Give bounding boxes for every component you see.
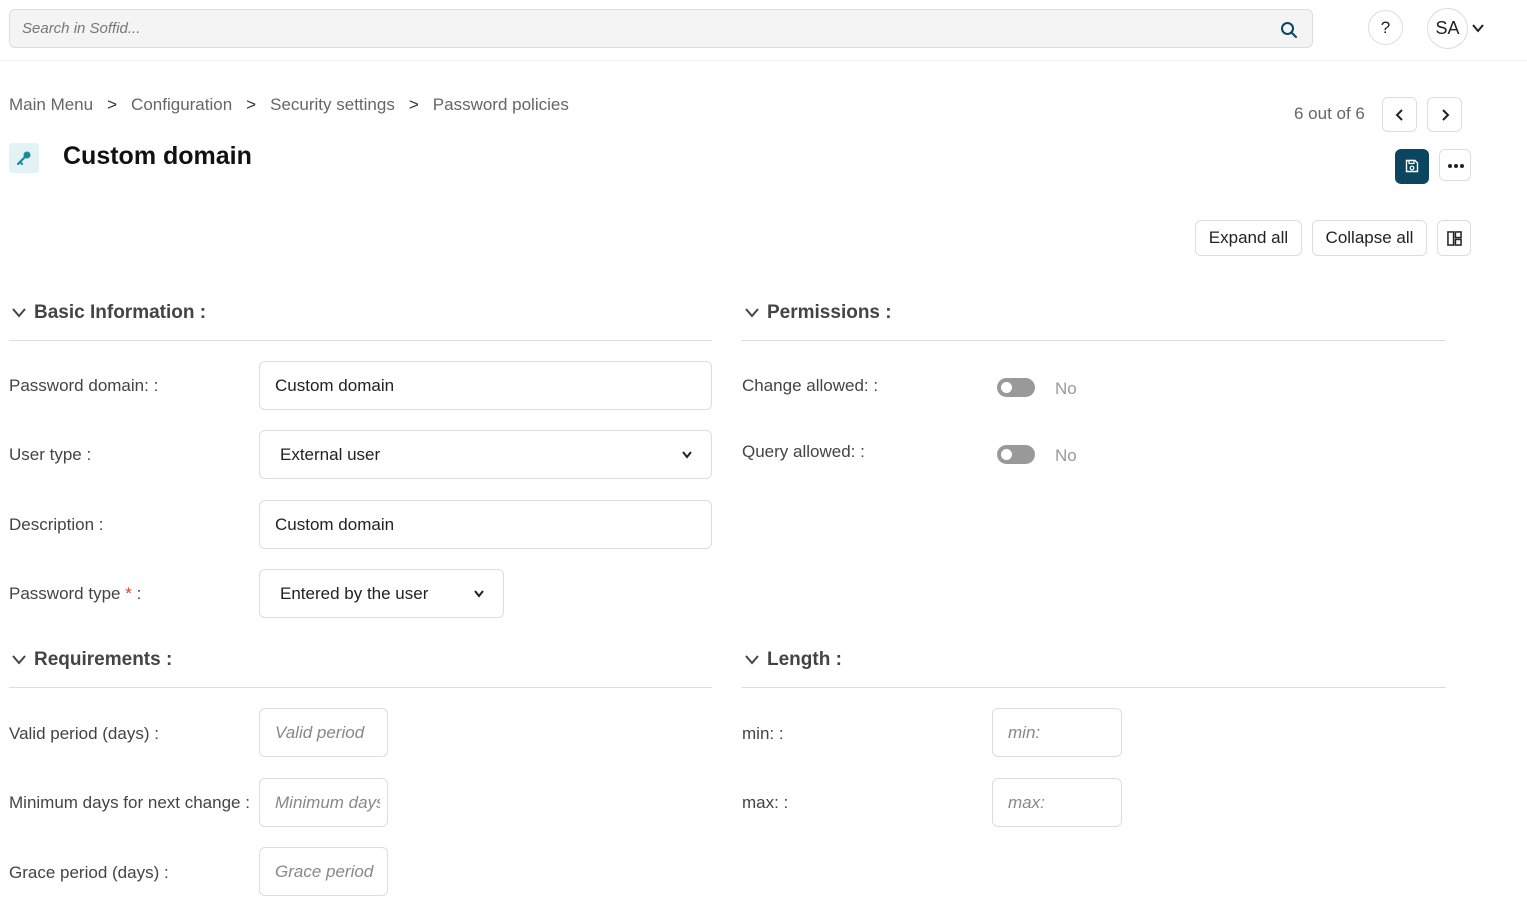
breadcrumb-item-main-menu[interactable]: Main Menu (9, 95, 93, 115)
section-title: Requirements : (34, 649, 173, 670)
breadcrumb-item-security-settings[interactable]: Security settings (270, 95, 395, 115)
more-horizontal-icon (1448, 164, 1464, 168)
chevron-down-icon (474, 590, 484, 598)
breadcrumb: Main Menu > Configuration > Security setting… (9, 95, 569, 115)
max-length-field[interactable] (992, 778, 1122, 827)
chevron-down-icon (12, 308, 26, 318)
query-allowed-toggle[interactable] (997, 445, 1035, 464)
top-bar: ? SA (0, 0, 1527, 61)
user-type-label: User type : (9, 445, 92, 464)
change-allowed-toggle[interactable] (997, 378, 1035, 397)
more-options-button[interactable] (1439, 149, 1471, 181)
grace-period-input[interactable] (275, 848, 380, 895)
breadcrumb-separator: > (246, 95, 257, 114)
query-allowed-label: Query allowed: : (742, 442, 865, 461)
pager-text: 6 out of 6 (1294, 104, 1365, 123)
valid-period-field[interactable] (259, 708, 388, 757)
expand-all-button[interactable]: Expand all (1195, 220, 1302, 256)
description-field[interactable] (259, 500, 712, 549)
description-input[interactable] (275, 501, 704, 548)
grace-period-field[interactable] (259, 847, 388, 896)
minimum-days-input[interactable] (275, 779, 380, 826)
chevron-down-icon (745, 655, 759, 665)
required-marker: * (125, 584, 132, 603)
search-input[interactable] (22, 10, 1262, 47)
password-domain-field[interactable] (259, 361, 712, 410)
chevron-down-icon (12, 655, 26, 665)
password-type-select[interactable]: Entered by the user (259, 569, 504, 618)
key-icon (9, 143, 39, 173)
breadcrumb-item-password-policies[interactable]: Password policies (433, 95, 569, 115)
min-length-field[interactable] (992, 708, 1122, 757)
user-avatar[interactable]: SA (1427, 8, 1468, 49)
section-title: Length : (767, 649, 842, 670)
help-button[interactable]: ? (1368, 10, 1403, 45)
chevron-down-icon (745, 308, 759, 318)
page-title: Custom domain (63, 142, 252, 170)
minimum-days-field[interactable] (259, 778, 388, 827)
description-label: Description : (9, 515, 104, 534)
chevron-down-icon (682, 451, 692, 459)
save-icon (1405, 159, 1419, 173)
valid-period-input[interactable] (275, 709, 380, 756)
password-type-label-text: Password type (9, 584, 121, 603)
next-button[interactable] (1427, 97, 1462, 132)
breadcrumb-item-configuration[interactable]: Configuration (131, 95, 232, 115)
min-length-input[interactable] (1008, 709, 1114, 756)
query-allowed-value: No (1055, 446, 1077, 465)
collapse-all-button[interactable]: Collapse all (1312, 220, 1427, 256)
valid-period-label: Valid period (days) : (9, 724, 159, 743)
search-box[interactable] (9, 9, 1313, 48)
password-domain-input[interactable] (275, 362, 704, 409)
user-type-select[interactable]: External user (259, 430, 712, 479)
search-icon[interactable] (1280, 21, 1298, 39)
password-type-value: Entered by the user (280, 584, 429, 603)
password-type-label-suffix: : (136, 584, 142, 603)
chevron-down-icon[interactable] (1471, 21, 1485, 35)
chevron-left-icon (1395, 109, 1403, 121)
grace-period-label: Grace period (days) : (9, 863, 169, 882)
breadcrumb-separator: > (107, 95, 118, 114)
section-permissions[interactable]: Permissions : (742, 302, 1446, 341)
section-basic-information[interactable]: Basic Information : (9, 302, 712, 341)
change-allowed-label: Change allowed: : (742, 376, 879, 395)
save-button[interactable] (1395, 149, 1429, 184)
max-length-label: max: : (742, 793, 789, 812)
change-allowed-value: No (1055, 379, 1077, 398)
user-type-value: External user (280, 445, 381, 464)
breadcrumb-separator: > (408, 95, 419, 114)
chevron-right-icon (1442, 109, 1450, 121)
layout-toggle-button[interactable] (1437, 220, 1471, 256)
section-title: Permissions : (767, 302, 892, 323)
password-type-label: Password type * : (9, 584, 141, 604)
minimum-days-label: Minimum days for next change : (9, 793, 250, 812)
password-domain-label: Password domain: : (9, 376, 159, 395)
section-title: Basic Information : (34, 302, 207, 323)
layout-icon (1447, 231, 1462, 246)
section-length[interactable]: Length : (742, 649, 1446, 688)
previous-button[interactable] (1382, 97, 1417, 132)
section-requirements[interactable]: Requirements : (9, 649, 712, 688)
min-length-label: min: : (742, 724, 784, 743)
max-length-input[interactable] (1008, 779, 1114, 826)
